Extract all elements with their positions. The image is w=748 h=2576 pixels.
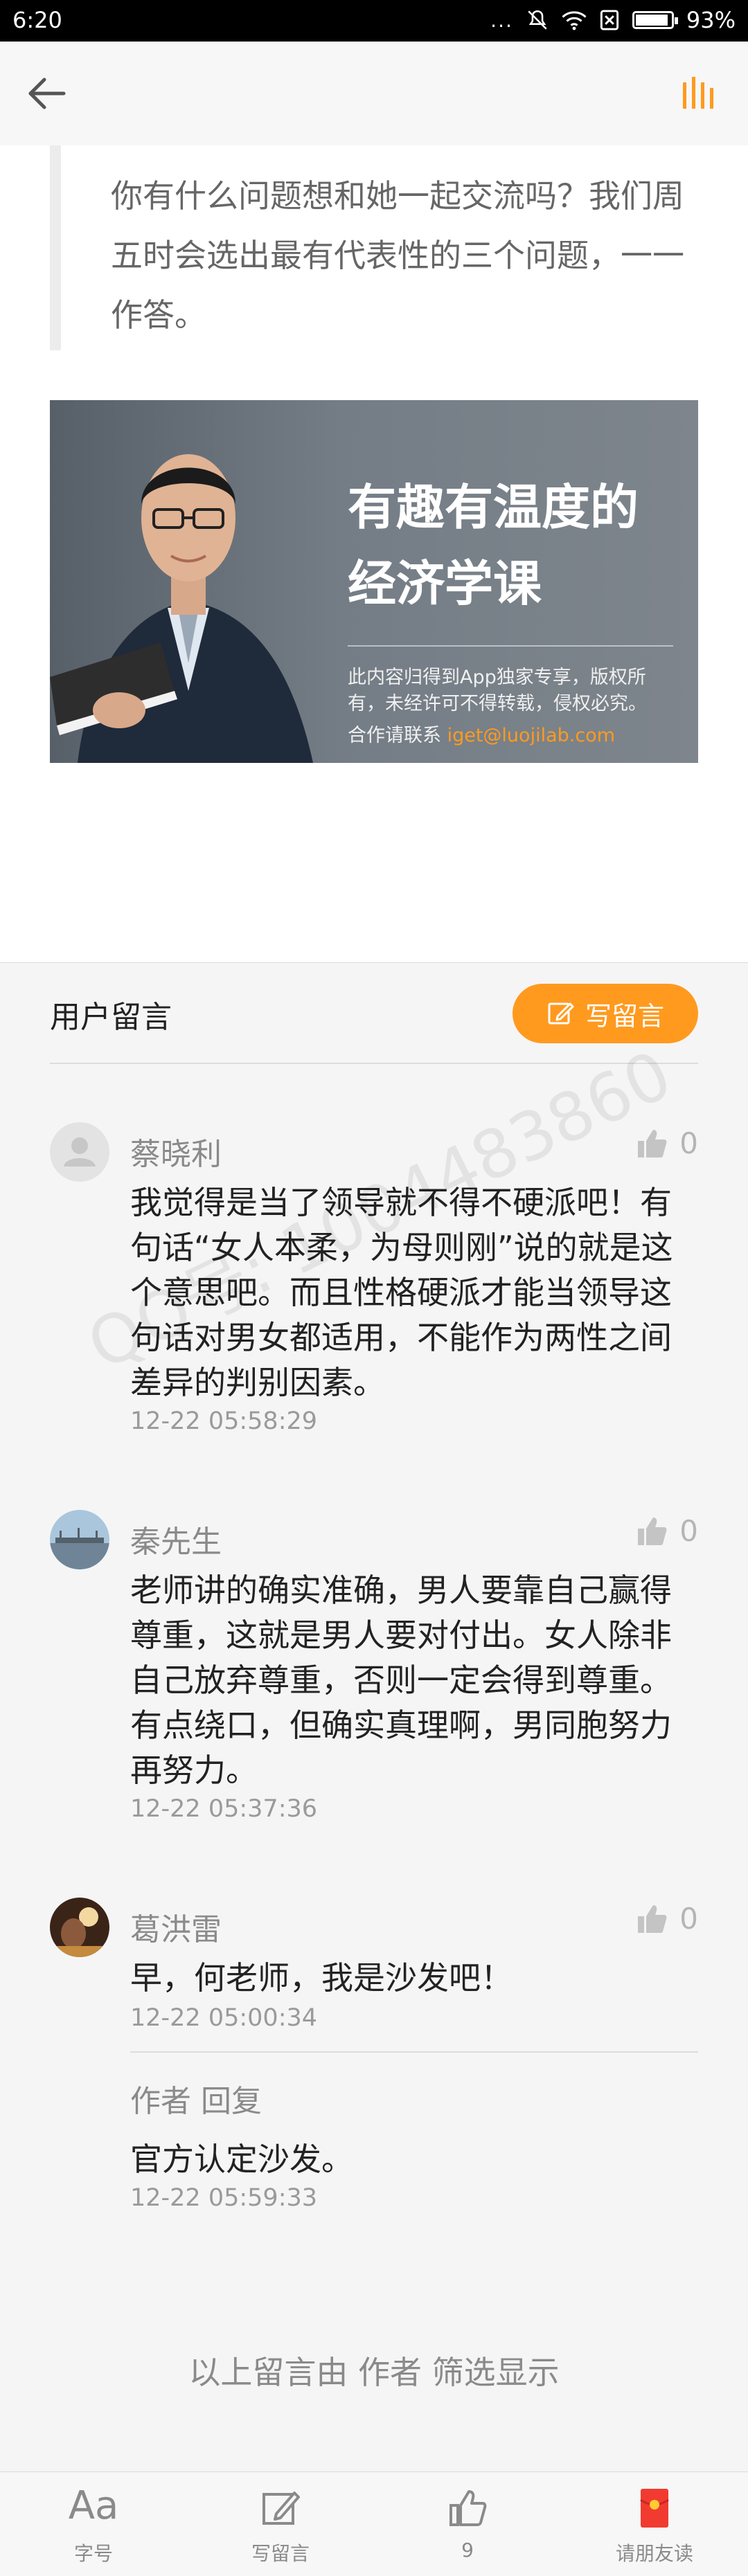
comment-author[interactable]: 秦先生 (130, 1517, 222, 1561)
status-bar: 6:20 ... 93% (0, 0, 748, 42)
invite-friend-button[interactable]: 请朋友读 (585, 2472, 724, 2576)
lecturer-photo (50, 454, 313, 763)
banner-contact-label: 合作请联系 (348, 725, 441, 746)
bottom-toolbar: Aa 字号 写留言 9 请朋友读 (0, 2471, 748, 2576)
default-user-icon (64, 1137, 96, 1167)
thumbs-up-icon (638, 1517, 667, 1545)
write-comment-tab[interactable]: 写留言 (211, 2472, 350, 2576)
comments-footer-note: 以上留言由 作者 筛选显示 (188, 2354, 560, 2391)
thumbs-up-icon (449, 2490, 487, 2526)
comment-item: 葛洪雷 0 早，何老师，我是沙发吧！ 12-22 05:00:34 作者 回复 … (50, 1898, 698, 2285)
avatar[interactable] (50, 1898, 109, 1957)
status-icons: ... 93% (490, 7, 736, 33)
like-button[interactable]: 0 (635, 1126, 698, 1160)
banner-contact-email: iget@luojilab.com (447, 725, 616, 746)
comment-author[interactable]: 葛洪雷 (130, 1904, 222, 1949)
avatar-landscape-image (50, 1510, 109, 1569)
more-dots-icon: ... (490, 8, 513, 32)
comment-time: 12-22 05:00:34 (130, 2004, 318, 2032)
edit-icon (548, 1002, 574, 1025)
battery-icon (632, 11, 678, 29)
banner-contact: 合作请联系 iget@luojilab.com (348, 720, 615, 747)
font-size-icon: Aa (68, 2483, 119, 2528)
thumbs-up-icon (638, 1904, 667, 1933)
course-banner[interactable]: 有趣有温度的 经济学课 此内容归得到App独家专享，版权所有，未经许可不得转载，… (50, 400, 698, 763)
like-count: 0 (679, 1126, 698, 1160)
font-size-label: 字号 (73, 2542, 113, 2565)
banner-copyright: 此内容归得到App独家专享，版权所有，未经许可不得转载，侵权必究。 (348, 667, 647, 714)
comment-item: 秦先生 0 老师讲的确实准确，男人要靠自己赢得尊重，这就是男人要对付出。女人除非… (50, 1510, 698, 1823)
article-quote: 你有什么问题想和她一起交流吗？我们周五时会选出最有代表性的三个问题，一一作答。 (50, 145, 701, 350)
write-comment-label: 写留言 (585, 1000, 664, 1032)
comment-text: 老师讲的确实准确，男人要靠自己赢得尊重，这就是男人要对付出。女人除非自己放弃尊重… (130, 1571, 672, 1789)
like-button[interactable]: 0 (635, 1902, 698, 1936)
banner-title: 有趣有温度的 经济学课 (348, 469, 687, 622)
comment-author[interactable]: 蔡晓利 (130, 1129, 222, 1173)
banner-title-line-1: 有趣有温度的 (348, 478, 639, 536)
audio-bars-icon[interactable] (679, 73, 720, 114)
reply-divider (130, 2051, 698, 2053)
avatar-portrait-image (50, 1898, 109, 1957)
article-content: 你有什么问题想和她一起交流吗？我们周五时会选出最有代表性的三个问题，一一作答。 … (0, 145, 748, 962)
avatar[interactable] (50, 1122, 109, 1182)
like-button[interactable]: 0 (635, 1514, 698, 1548)
banner-title-line-2: 经济学课 (348, 555, 542, 612)
author-reply-time: 12-22 05:59:33 (130, 2184, 318, 2212)
comments-title: 用户留言 (50, 1000, 172, 1035)
like-article-button[interactable]: 9 (398, 2472, 537, 2576)
top-bar (0, 42, 748, 146)
status-time: 6:20 (12, 7, 62, 33)
battery-level (635, 15, 668, 26)
battery-percent: 93% (686, 7, 736, 33)
edit-icon (262, 2492, 300, 2525)
no-sim-icon (600, 10, 618, 30)
author-reply-label: 作者 回复 (130, 2084, 262, 2119)
write-comment-button[interactable]: 写留言 (513, 984, 698, 1043)
font-size-button[interactable]: Aa 字号 (24, 2472, 163, 2576)
red-envelope-icon (640, 2489, 669, 2528)
arrow-left-icon[interactable] (25, 71, 69, 116)
like-count: 0 (679, 1902, 698, 1936)
author-reply-text: 官方认定沙发。 (130, 2141, 353, 2178)
write-comment-tab-label: 写留言 (251, 2542, 310, 2565)
mute-bell-icon (528, 10, 547, 30)
banner-divider (348, 645, 673, 647)
comment-time: 12-22 05:37:36 (130, 1795, 318, 1823)
wifi-icon (562, 11, 587, 30)
like-count: 0 (679, 1514, 698, 1548)
avatar[interactable] (50, 1510, 109, 1569)
thumbs-up-icon (638, 1129, 667, 1158)
invite-friend-label: 请朋友读 (615, 2542, 693, 2565)
like-article-count: 9 (461, 2539, 474, 2561)
comment-text: 早，何老师，我是沙发吧！ (130, 1959, 513, 1997)
comment-time: 12-22 05:58:29 (130, 1407, 318, 1435)
